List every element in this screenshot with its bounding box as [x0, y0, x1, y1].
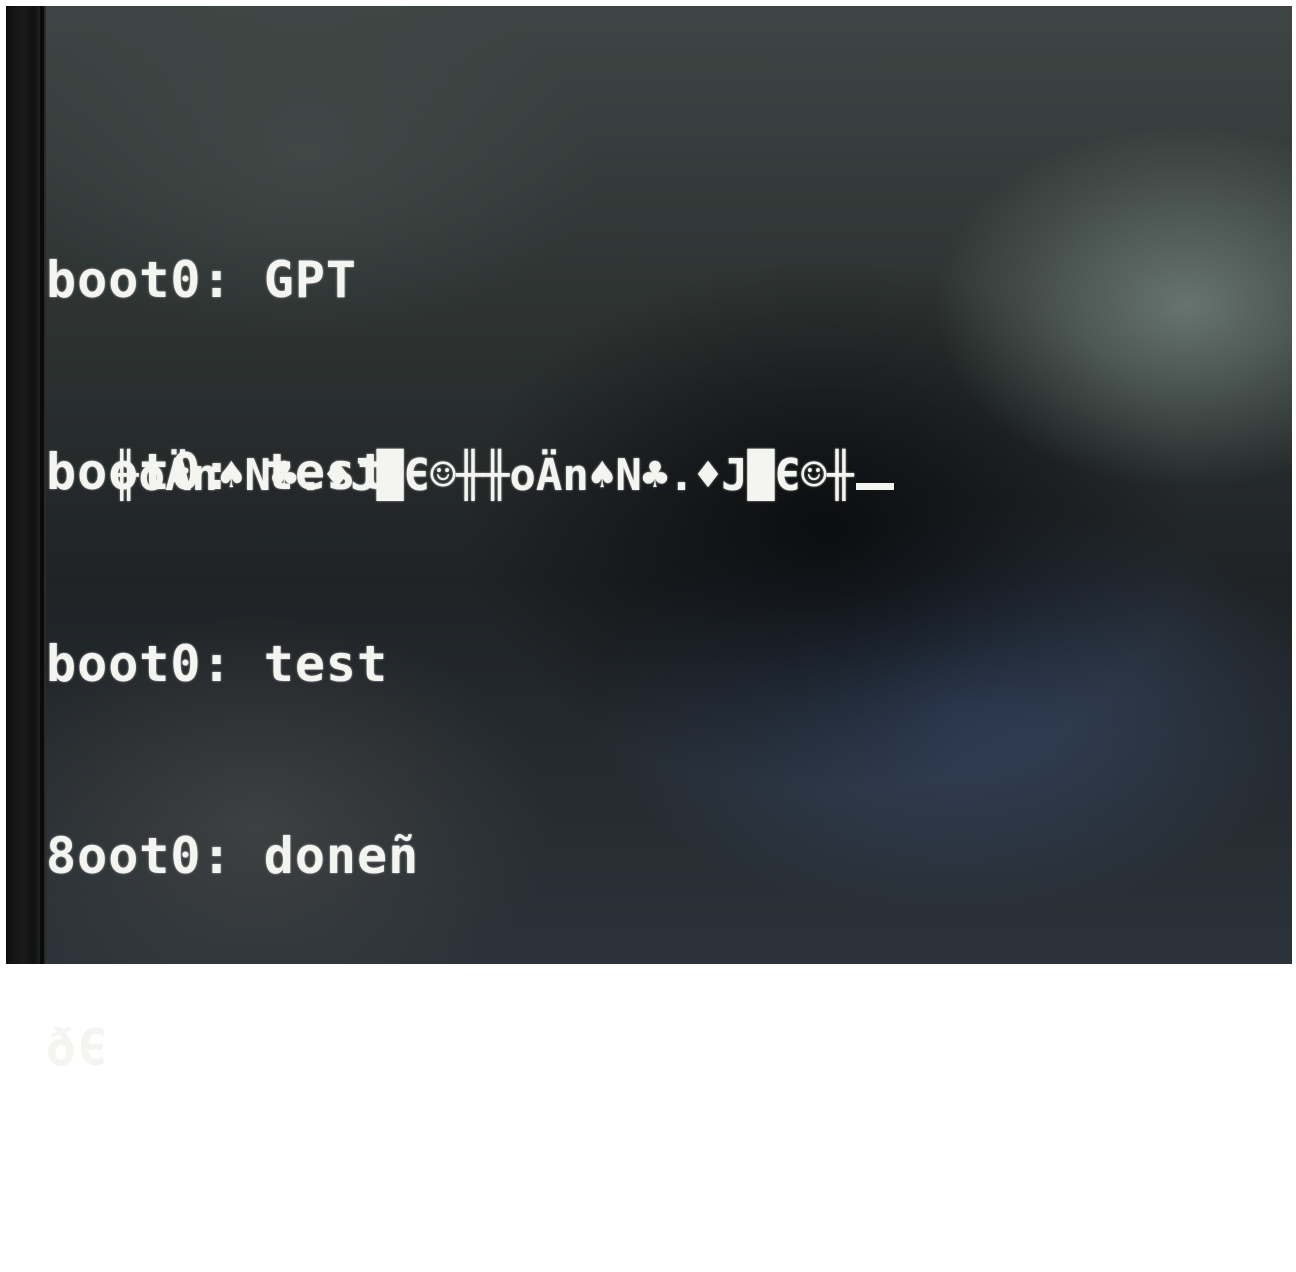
console-line: boot0: test [46, 635, 389, 693]
monitor-bezel-edge [40, 6, 44, 964]
garbage-text: ╫oÄn♠N♣.♦J█Є☺╫╫oÄn♠N♣.♦J█Є☺╫ [112, 450, 854, 501]
text-cursor [855, 483, 894, 490]
boot-console: boot0: GPT boot0: test boot0: test 8oot0… [46, 120, 894, 1272]
photo-frame: boot0: GPT boot0: test boot0: test 8oot0… [0, 0, 1296, 1077]
console-line: ðЄ [46, 1019, 109, 1077]
console-line: boot0: GPT [46, 251, 358, 309]
console-line: 8oot0: doneñ [46, 827, 420, 885]
garbage-output-line: ╫oÄn♠N♣.♦J█Є☺╫╫oÄn♠N♣.♦J█Є☺╫ [112, 444, 894, 508]
